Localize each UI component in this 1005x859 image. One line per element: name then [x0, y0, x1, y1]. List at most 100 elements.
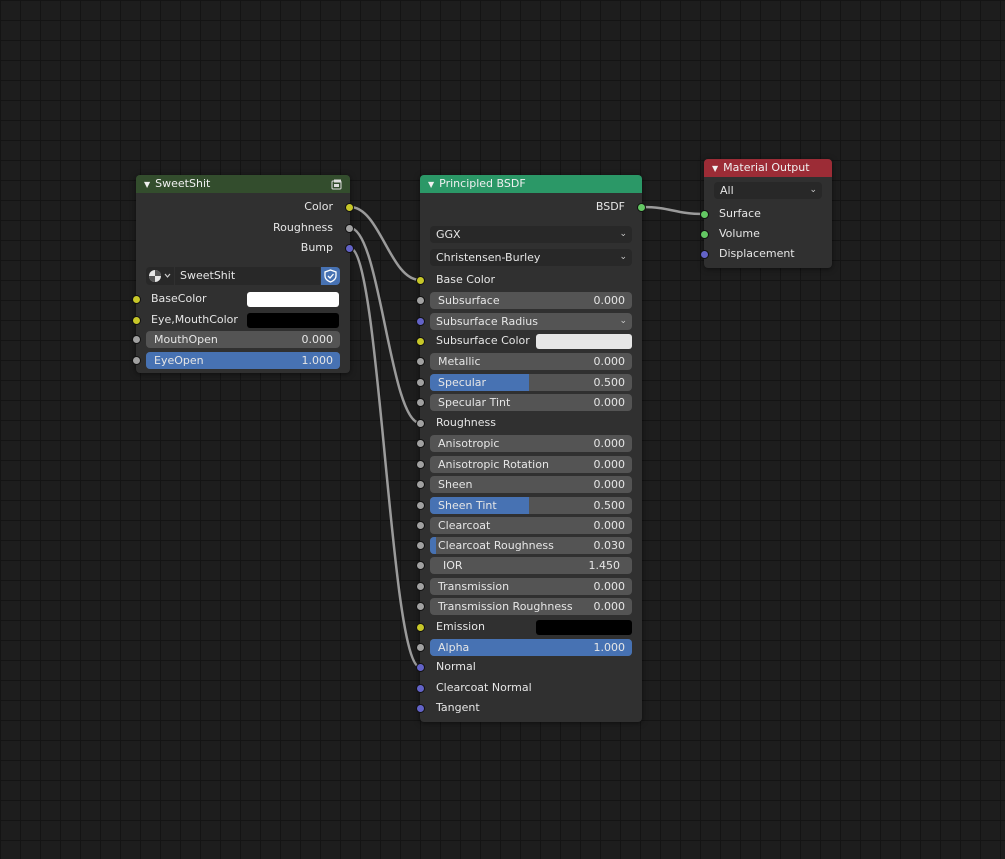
anisotropic-slider[interactable]: Anisotropic 0.000 — [430, 435, 632, 452]
input-label-basecolor: BaseColor — [151, 292, 207, 305]
clearcoat-slider[interactable]: Clearcoat 0.000 — [430, 517, 632, 534]
metallic-slider[interactable]: Metallic 0.000 — [430, 353, 632, 370]
subsurface-method-dropdown[interactable]: Christensen-Burley ⌄ — [430, 249, 632, 266]
input-socket-base-color[interactable] — [416, 276, 425, 285]
node-group-selector[interactable]: SweetShit — [146, 267, 340, 285]
node-group-datablock-icon[interactable] — [146, 267, 174, 285]
input-socket-clearcoat-normal[interactable] — [416, 684, 425, 693]
alpha-slider[interactable]: Alpha 1.000 — [430, 639, 632, 656]
input-socket-sheen[interactable] — [416, 480, 425, 489]
input-socket-roughness[interactable] — [416, 419, 425, 428]
clearcoat-roughness-slider[interactable]: Clearcoat Roughness 0.030 — [430, 537, 632, 554]
input-socket-anisotropic-rotation[interactable] — [416, 460, 425, 469]
mouthopen-slider[interactable]: MouthOpen 0.000 — [146, 331, 340, 348]
input-socket-subsurface[interactable] — [416, 296, 425, 305]
group-node[interactable]: ▼ SweetShit Color Roughness Bump SweetShi… — [132, 175, 354, 373]
input-socket-specular[interactable] — [416, 378, 425, 387]
subsurface-method-value: Christensen-Burley — [436, 251, 541, 264]
render-target-value: All — [720, 184, 734, 197]
transmission-roughness-slider[interactable]: Transmission Roughness 0.000 — [430, 598, 632, 615]
eye-mouthcolor-swatch[interactable] — [247, 313, 339, 328]
input-socket-emission[interactable] — [416, 623, 425, 632]
input-socket-sheen-tint[interactable] — [416, 501, 425, 510]
specular-slider[interactable]: Specular 0.500 — [430, 374, 632, 391]
input-socket-anisotropic[interactable] — [416, 439, 425, 448]
metallic-value: 0.000 — [593, 355, 626, 368]
anisotropic-label: Anisotropic — [438, 437, 500, 450]
output-socket-bump[interactable] — [345, 244, 354, 253]
output-node-header[interactable]: ▼ Material Output — [704, 159, 832, 177]
input-socket-eye-mouthcolor[interactable] — [132, 316, 141, 325]
input-socket-volume[interactable] — [700, 230, 709, 239]
input-socket-subsurface-color[interactable] — [416, 337, 425, 346]
collapse-triangle-icon[interactable]: ▼ — [144, 180, 150, 189]
bsdf-node-title: Principled BSDF — [439, 177, 526, 190]
output-socket-bsdf[interactable] — [637, 203, 646, 212]
sheen-tint-slider[interactable]: Sheen Tint 0.500 — [430, 497, 632, 514]
input-socket-eyeopen[interactable] — [132, 356, 141, 365]
render-target-dropdown[interactable]: All ⌄ — [714, 182, 822, 199]
input-socket-transmission-roughness[interactable] — [416, 602, 425, 611]
subsurface-radius-label: Subsurface Radius — [436, 315, 538, 328]
node-group-name-field[interactable]: SweetShit — [175, 267, 320, 285]
input-socket-metallic[interactable] — [416, 357, 425, 366]
principled-bsdf-node[interactable]: ▼ Principled BSDF BSDF GGX ⌄ Christensen-B… — [416, 175, 646, 722]
input-label-emission: Emission — [436, 620, 485, 633]
node-tree-icon[interactable] — [331, 178, 342, 190]
mouthopen-label: MouthOpen — [154, 333, 218, 346]
distribution-dropdown[interactable]: GGX ⌄ — [430, 226, 632, 243]
subsurface-color-swatch[interactable] — [536, 334, 632, 349]
input-socket-ior[interactable] — [416, 561, 425, 570]
subsurface-slider[interactable]: Subsurface 0.000 — [430, 292, 632, 309]
transmission-roughness-label: Transmission Roughness — [438, 600, 573, 613]
emission-swatch[interactable] — [536, 620, 632, 635]
chevron-down-icon: ⌄ — [619, 316, 627, 326]
sheen-value: 0.000 — [593, 478, 626, 491]
input-socket-clearcoat-roughness[interactable] — [416, 541, 425, 550]
transmission-slider[interactable]: Transmission 0.000 — [430, 578, 632, 595]
collapse-triangle-icon[interactable]: ▼ — [712, 164, 718, 173]
input-socket-surface[interactable] — [700, 210, 709, 219]
clearcoat-value: 0.000 — [593, 519, 626, 532]
eyeopen-slider[interactable]: EyeOpen 1.000 — [146, 352, 340, 369]
specular-tint-slider[interactable]: Specular Tint 0.000 — [430, 394, 632, 411]
output-socket-color[interactable] — [345, 203, 354, 212]
input-socket-alpha[interactable] — [416, 643, 425, 652]
anisotropic-rotation-slider[interactable]: Anisotropic Rotation 0.000 — [430, 456, 632, 473]
output-socket-roughness[interactable] — [345, 224, 354, 233]
input-label-displacement: Displacement — [719, 247, 795, 260]
sheen-slider[interactable]: Sheen 0.000 — [430, 476, 632, 493]
input-label-volume: Volume — [719, 227, 760, 240]
alpha-label: Alpha — [438, 641, 470, 654]
output-label-bump: Bump — [300, 241, 333, 254]
specular-value: 0.500 — [593, 376, 626, 389]
input-socket-tangent[interactable] — [416, 704, 425, 713]
transmission-label: Transmission — [438, 580, 510, 593]
mouthopen-value: 0.000 — [301, 333, 334, 346]
input-socket-specular-tint[interactable] — [416, 398, 425, 407]
ior-field[interactable]: IOR 1.450 — [430, 557, 632, 574]
bsdf-node-header[interactable]: ▼ Principled BSDF — [420, 175, 642, 193]
link-bsdf-to-surface[interactable] — [641, 205, 705, 216]
clearcoat-roughness-label: Clearcoat Roughness — [438, 539, 554, 552]
alpha-value: 1.000 — [593, 641, 626, 654]
collapse-triangle-icon[interactable]: ▼ — [428, 180, 434, 189]
input-socket-basecolor[interactable] — [132, 295, 141, 304]
link-color-to-base-color[interactable] — [349, 205, 421, 282]
subsurface-radius-dropdown[interactable]: Subsurface Radius ⌄ — [430, 313, 632, 330]
input-socket-clearcoat[interactable] — [416, 521, 425, 530]
shield-icon[interactable] — [321, 267, 340, 285]
group-node-header[interactable]: ▼ SweetShit — [136, 175, 350, 193]
material-output-node[interactable]: ▼ Material Output All ⌄ Surface Volume Dis… — [700, 159, 832, 268]
input-socket-subsurface-radius[interactable] — [416, 317, 425, 326]
input-socket-mouthopen[interactable] — [132, 335, 141, 344]
input-socket-transmission[interactable] — [416, 582, 425, 591]
link-roughness-to-roughness[interactable] — [349, 226, 421, 425]
output-label-bsdf: BSDF — [595, 200, 625, 213]
sheen-tint-label: Sheen Tint — [438, 499, 497, 512]
input-socket-normal[interactable] — [416, 663, 425, 672]
link-bump-to-normal[interactable] — [349, 246, 421, 669]
input-socket-displacement[interactable] — [700, 250, 709, 259]
transmission-value: 0.000 — [593, 580, 626, 593]
basecolor-swatch[interactable] — [247, 292, 339, 307]
